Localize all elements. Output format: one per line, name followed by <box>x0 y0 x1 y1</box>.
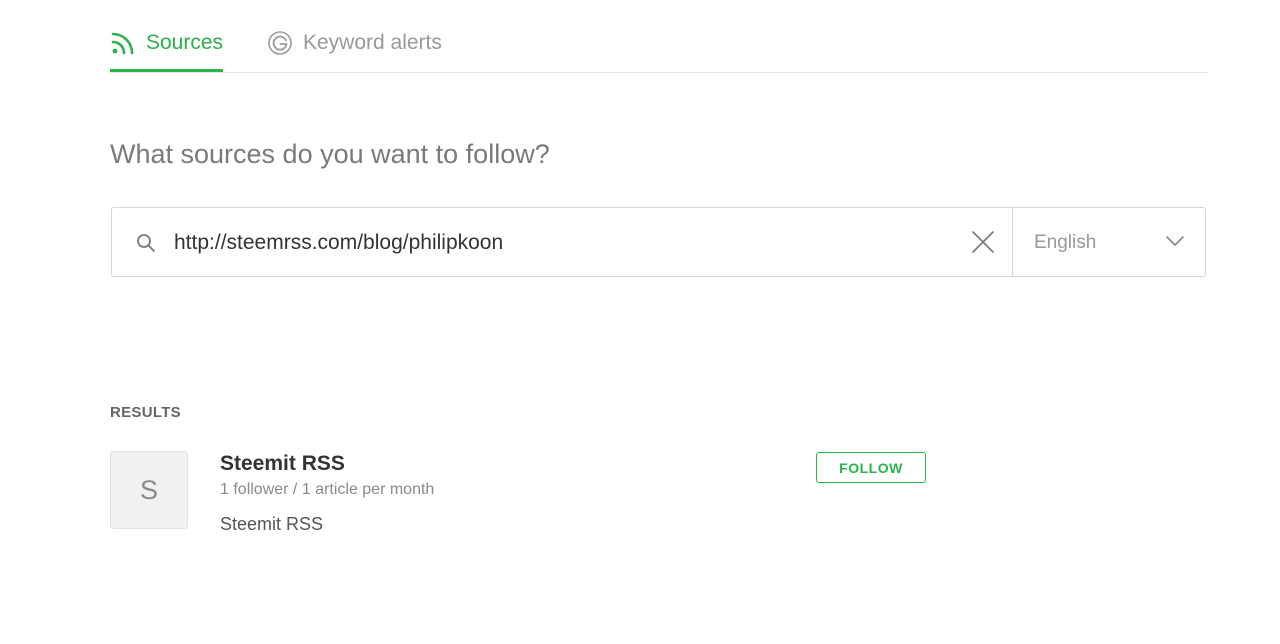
source-title[interactable]: Steemit RSS <box>220 451 345 477</box>
tab-keyword-alerts[interactable]: Keyword alerts <box>267 30 442 72</box>
search-icon <box>136 233 156 253</box>
rss-icon <box>110 30 136 56</box>
language-value: English <box>1034 232 1097 253</box>
follow-button[interactable]: FOLLOW <box>816 452 926 483</box>
tab-sources[interactable]: Sources <box>110 30 223 72</box>
tab-keyword-alerts-label: Keyword alerts <box>303 31 442 54</box>
close-icon[interactable] <box>971 230 995 254</box>
search-input[interactable] <box>174 226 954 260</box>
tab-sources-label: Sources <box>146 31 224 54</box>
tab-bar: Sources Keyword alerts <box>110 0 1208 73</box>
google-icon <box>267 30 293 56</box>
results-heading: RESULTS <box>110 404 181 421</box>
language-select[interactable]: English <box>1012 208 1207 276</box>
search-box: English <box>111 207 1206 277</box>
list-item: S Steemit RSS 1 follower / 1 article per… <box>110 451 930 541</box>
source-meta: 1 follower / 1 article per month <box>220 481 435 498</box>
page-title: What sources do you want to follow? <box>110 139 550 169</box>
avatar: S <box>110 451 188 529</box>
page: Sources Keyword alerts What sources do y… <box>0 0 1280 644</box>
source-description: Steemit RSS <box>220 514 324 534</box>
chevron-down-icon <box>1165 234 1185 248</box>
